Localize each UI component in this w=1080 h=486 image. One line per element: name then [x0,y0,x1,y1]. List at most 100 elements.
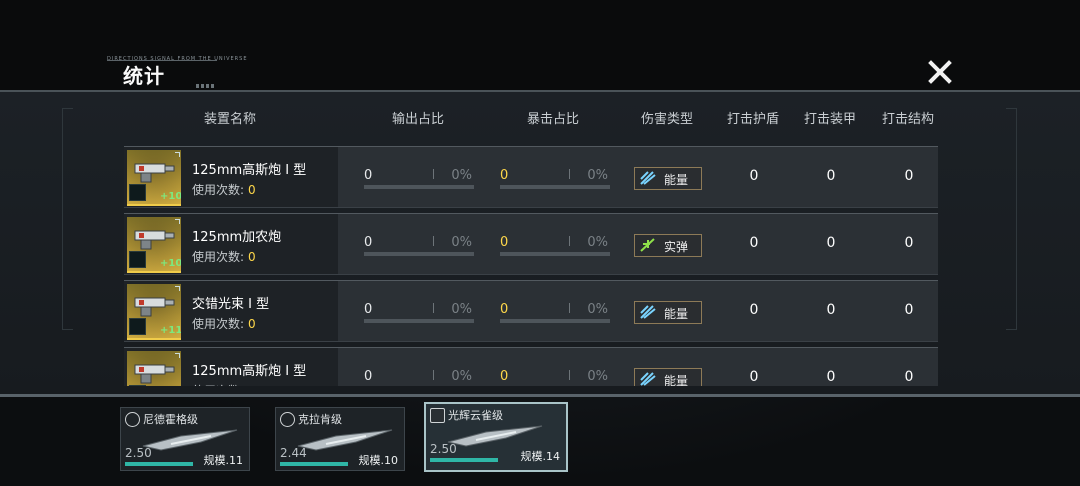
ship-progress-bar [430,458,498,462]
output-value: 0 [364,302,373,317]
weapon-cell: +10 125mm高斯炮 I 型 使用次数:0 [124,147,338,207]
weapon-icon [134,297,175,317]
column-header-shield: 打击护盾 [726,112,779,127]
damage-type-badge: 能量 [634,167,702,190]
structure-value: 0 [904,302,914,318]
output-value: 0 [364,369,373,384]
weapon-level: +11 [160,325,181,336]
output-percent: 0% [451,369,472,384]
column-header-armor: 打击装甲 [803,112,856,127]
use-count: 使用次数:0 [192,248,256,265]
ship-scale: 规模.10 [358,454,399,467]
ship-image [297,429,393,451]
damage-type-label: 能量 [664,374,689,386]
close-button[interactable] [924,56,956,88]
damage-type-badge: 能量 [634,368,702,386]
ship-card[interactable]: 克拉肯级 2.44 规模.10 [275,407,405,471]
table-row[interactable]: +10 125mm加农炮 使用次数: 0 0 0% 0 0% 实弹 0 0 0 [124,213,938,275]
column-header-damage-type: 伤害类型 [640,112,693,127]
header-bar: DIRECTIONS SIGNAL FROM THE UNIVERSE 统计 [0,0,1080,90]
weapon-level: +10 [160,258,181,269]
weapon-name: 125mm高斯炮 I 型 [192,364,307,379]
weapon-thumbnail: +11 [127,284,181,340]
armor-value: 0 [826,235,836,251]
damage-type-badge: 实弹 [634,234,702,257]
ship-image [142,429,238,451]
weapon-name: 交错光束 I 型 [192,297,270,312]
column-header-output: 输出占比 [391,112,444,127]
use-count: 使用次数: 0 [192,382,256,386]
weapon-name: 125mm加农炮 [192,230,282,245]
output-percent: 0% [451,168,472,183]
damage-type-label: 能量 [664,307,689,321]
use-count-label: 使用次数: [192,384,244,386]
output-value: 0 [364,168,373,183]
weapon-type-badge [129,184,146,201]
use-count-label: 使用次数: [192,250,245,264]
crosshair-icon [125,412,140,427]
table-row[interactable]: +11 交错光束 I 型 使用次数: 0 0 0% 0 0% 能量 0 0 0 [124,280,938,342]
weapon-cell: +10 125mm加农炮 使用次数: 0 [124,214,338,274]
structure-value: 0 [904,369,914,385]
shield-value: 0 [749,235,759,251]
output-bar [364,185,474,189]
weapon-stats-list[interactable]: +10 125mm高斯炮 I 型 使用次数: 0 0 0% 0 0% 能量 0 0… [124,146,938,386]
column-header-structure: 打击结构 [881,112,934,127]
weapon-icon [134,364,175,384]
column-header-name: 装置名称 [203,112,256,127]
crit-value: 0 [500,302,509,317]
crit-percent: 0% [587,235,608,250]
left-bracket-deco [62,108,73,330]
weapon-name: 125mm高斯炮 I 型 [192,163,307,178]
damage-type-label: 实弹 [664,240,689,254]
armor-value: 0 [826,302,836,318]
ship-scale: 规模.14 [520,450,561,463]
use-count-value: 0 [248,384,256,386]
ship-rating: 2.50 [125,446,152,460]
ship-card[interactable]: 尼德霍格级 2.50 规模.11 [120,407,250,471]
shield-value: 0 [749,168,759,184]
output-value: 0 [364,235,373,250]
weapon-type-badge [129,318,146,335]
crit-bar [500,185,610,189]
weapon-thumbnail: +10 [127,150,181,206]
use-count: 使用次数:0 [192,181,256,198]
weapon-type-badge [129,251,146,268]
crit-value: 0 [500,235,509,250]
table-row[interactable]: +10 125mm高斯炮 I 型 使用次数:0 0 0% 0 0% 能量 0 0… [124,146,938,208]
crit-value: 0 [500,168,509,183]
use-count-value: 0 [248,317,256,331]
ship-rating: 2.44 [280,446,307,460]
crit-bar [500,252,610,256]
output-bar [364,319,474,323]
damage-type-badge: 能量 [634,301,702,324]
shield-value: 0 [749,302,759,318]
close-icon [928,60,952,84]
kinetic-icon [640,238,655,252]
page-title: 统计 [123,64,165,88]
shield-icon [430,408,445,423]
weapon-thumbnail: +10 [127,217,181,273]
ship-image [447,425,543,447]
header-deco-dots [196,84,216,88]
structure-value: 0 [904,235,914,251]
crit-value: 0 [500,369,509,384]
weapon-level: +10 [160,191,181,202]
column-header-crit: 暴击占比 [526,112,579,127]
output-percent: 0% [451,302,472,317]
crit-percent: 0% [587,369,608,384]
crit-bar [500,319,610,323]
table-row[interactable]: +10 125mm高斯炮 I 型 使用次数:0 0 0% 0 0% 能量 0 0… [124,347,938,386]
output-percent: 0% [451,235,472,250]
weapon-icon [134,163,175,183]
ship-rating: 2.50 [430,442,457,456]
ship-progress-bar [280,462,348,466]
weapon-icon [134,230,175,250]
crit-percent: 0% [587,168,608,183]
energy-icon [640,372,656,386]
shield-value: 0 [749,369,759,385]
energy-icon [640,171,656,185]
weapon-type-badge [129,385,146,386]
ship-card[interactable]: 光辉云雀级 2.50 规模.14 [424,402,568,472]
armor-value: 0 [826,168,836,184]
